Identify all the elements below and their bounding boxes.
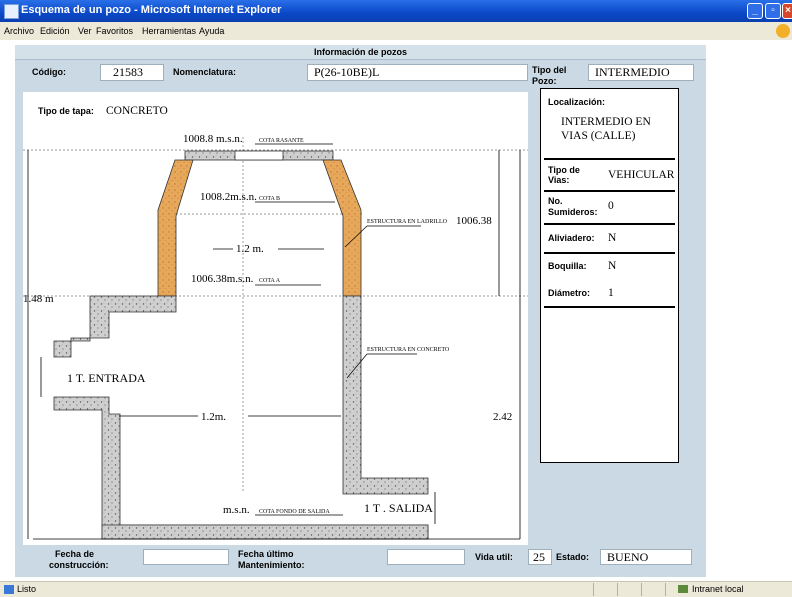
brick-wall-left <box>157 159 194 297</box>
fecha-mantenimiento-label-line2: Mantenimiento: <box>238 560 305 570</box>
well-schematic-svg: Tipo de tapa: CONCRETO 1008.8 m.s.n. COT… <box>23 105 528 540</box>
cota-a-label: COTA A <box>259 278 281 284</box>
concrete-right-wall <box>342 295 429 495</box>
tipo-tapa-value: CONCRETO <box>106 105 168 117</box>
panel-divider <box>544 252 675 254</box>
tipo-vias-label-line2: Vias: <box>548 175 570 185</box>
fecha-construccion-label-line2: construcción: <box>49 560 109 570</box>
menu-item-edicion[interactable]: Edición <box>40 26 70 36</box>
boquilla-label: Boquilla: <box>548 261 587 271</box>
aliviadero-label: Aliviadero: <box>548 233 595 243</box>
tipo-tapa-label: Tipo de tapa: <box>38 106 94 116</box>
sumideros-label-line1: No. <box>548 196 563 206</box>
vida-util-field[interactable]: 25 <box>528 549 552 565</box>
fecha-construccion-label-line1: Fecha de <box>55 549 95 559</box>
nomenclatura-field[interactable]: P(26-10BE)L <box>307 64 528 81</box>
estado-field[interactable]: BUENO <box>600 549 692 565</box>
total-height-label: 2.42 <box>493 411 512 423</box>
concrete-left-base <box>53 396 429 540</box>
menu-item-ayuda[interactable]: Ayuda <box>199 26 224 36</box>
fecha-mantenimiento-label-line1: Fecha último <box>238 549 294 559</box>
estructura-concreto-label: ESTRUCTURA EN CONCRETO <box>367 347 450 353</box>
page-header: Información de pozos <box>15 45 706 60</box>
panel-divider <box>544 158 675 160</box>
page-done-icon <box>4 585 14 594</box>
fondo-msn-label: m.s.n. <box>223 504 250 516</box>
sumideros-label-line2: Sumideros: <box>548 207 598 217</box>
detail-panel: Localización: INTERMEDIO EN VIAS (CALLE)… <box>540 88 679 463</box>
menu-item-ver[interactable]: Ver <box>78 26 92 36</box>
concrete-left-steps <box>53 295 177 358</box>
tipo-pozo-field[interactable]: INTERMEDIO <box>588 64 694 81</box>
ie-page-icon <box>4 4 19 19</box>
minimize-button[interactable]: _ <box>747 3 763 19</box>
menu-item-herramientas[interactable]: Herramientas <box>142 26 196 36</box>
concrete-bottom-floor <box>101 524 429 540</box>
tipo-pozo-label: Tipo del Pozo: <box>532 65 567 86</box>
right-height-label: 1006.38 <box>456 215 492 227</box>
left-height-label: 1.48 m <box>23 293 54 305</box>
window-title: Esquema de un pozo - Microsoft Internet … <box>21 4 282 16</box>
diametro-value: 1 <box>608 287 614 299</box>
diametro-label: Diámetro: <box>548 288 591 298</box>
inner-width-top-label: 1.2 m. <box>236 243 264 255</box>
cota-a-value: 1006.38m.s.n. <box>191 273 254 285</box>
panel-divider <box>544 306 675 308</box>
estado-label: Estado: <box>556 552 590 562</box>
cota-b-value: 1008.2m.s.n. <box>200 191 257 203</box>
status-text: Listo <box>17 584 37 594</box>
menu-bar: Archivo Edición Ver Favoritos Herramient… <box>0 22 792 41</box>
manhole-opening <box>234 150 284 161</box>
entrada-label: 1 T. ENTRADA <box>67 371 146 385</box>
cota-rasante-value: 1008.8 m.s.n. <box>183 133 243 145</box>
cota-rasante-label: COTA RASANTE <box>259 138 304 144</box>
brick-wall-right <box>322 159 362 297</box>
cota-fondo-label: COTA FONDO DE SALIDA <box>259 509 330 515</box>
codigo-label: Código: <box>32 67 66 77</box>
panel-divider <box>544 223 675 225</box>
estructura-ladrillo-label: ESTRUCTURA EN LADRILLO <box>367 219 448 225</box>
menu-item-favoritos[interactable]: Favoritos <box>96 26 133 36</box>
window-titlebar[interactable]: Esquema de un pozo - Microsoft Internet … <box>0 0 792 22</box>
status-bar: Listo Intranet local <box>0 581 792 597</box>
fecha-mantenimiento-field[interactable] <box>387 549 465 565</box>
boquilla-value: N <box>608 260 617 272</box>
panel-divider <box>544 190 675 192</box>
fecha-construccion-field[interactable] <box>143 549 229 565</box>
sumideros-value: 0 <box>608 200 614 212</box>
status-divider <box>593 583 594 596</box>
status-divider <box>617 583 618 596</box>
cota-b-label: COTA B <box>259 196 280 202</box>
zone-text: Intranet local <box>692 584 744 594</box>
well-diagram: Tipo de tapa: CONCRETO 1008.8 m.s.n. COT… <box>23 92 528 545</box>
status-divider <box>665 583 666 596</box>
ie-throbber-icon <box>776 24 790 38</box>
nomenclatura-label: Nomenclatura: <box>173 67 237 77</box>
tipo-vias-value: VEHICULAR <box>608 169 675 181</box>
localizacion-label: Localización: <box>548 97 606 107</box>
localizacion-value-line1: INTERMEDIO EN <box>561 116 651 128</box>
browser-viewport: Información de pozos Código: 21583 Nomen… <box>0 40 792 581</box>
salida-label: 1 T . SALIDA <box>364 501 433 515</box>
maximize-button[interactable]: ▫ <box>765 3 781 19</box>
vida-util-label: Vida util: <box>475 552 513 562</box>
close-button[interactable]: × <box>782 3 792 19</box>
inner-width-bottom-label: 1.2m. <box>201 411 226 423</box>
intranet-zone-icon <box>678 585 688 593</box>
menu-item-archivo[interactable]: Archivo <box>4 26 34 36</box>
localizacion-value-line2: VIAS (CALLE) <box>561 130 636 142</box>
page-container: Información de pozos Código: 21583 Nomen… <box>15 45 706 577</box>
aliviadero-value: N <box>608 232 617 244</box>
codigo-field[interactable]: 21583 <box>100 64 164 81</box>
status-divider <box>641 583 642 596</box>
